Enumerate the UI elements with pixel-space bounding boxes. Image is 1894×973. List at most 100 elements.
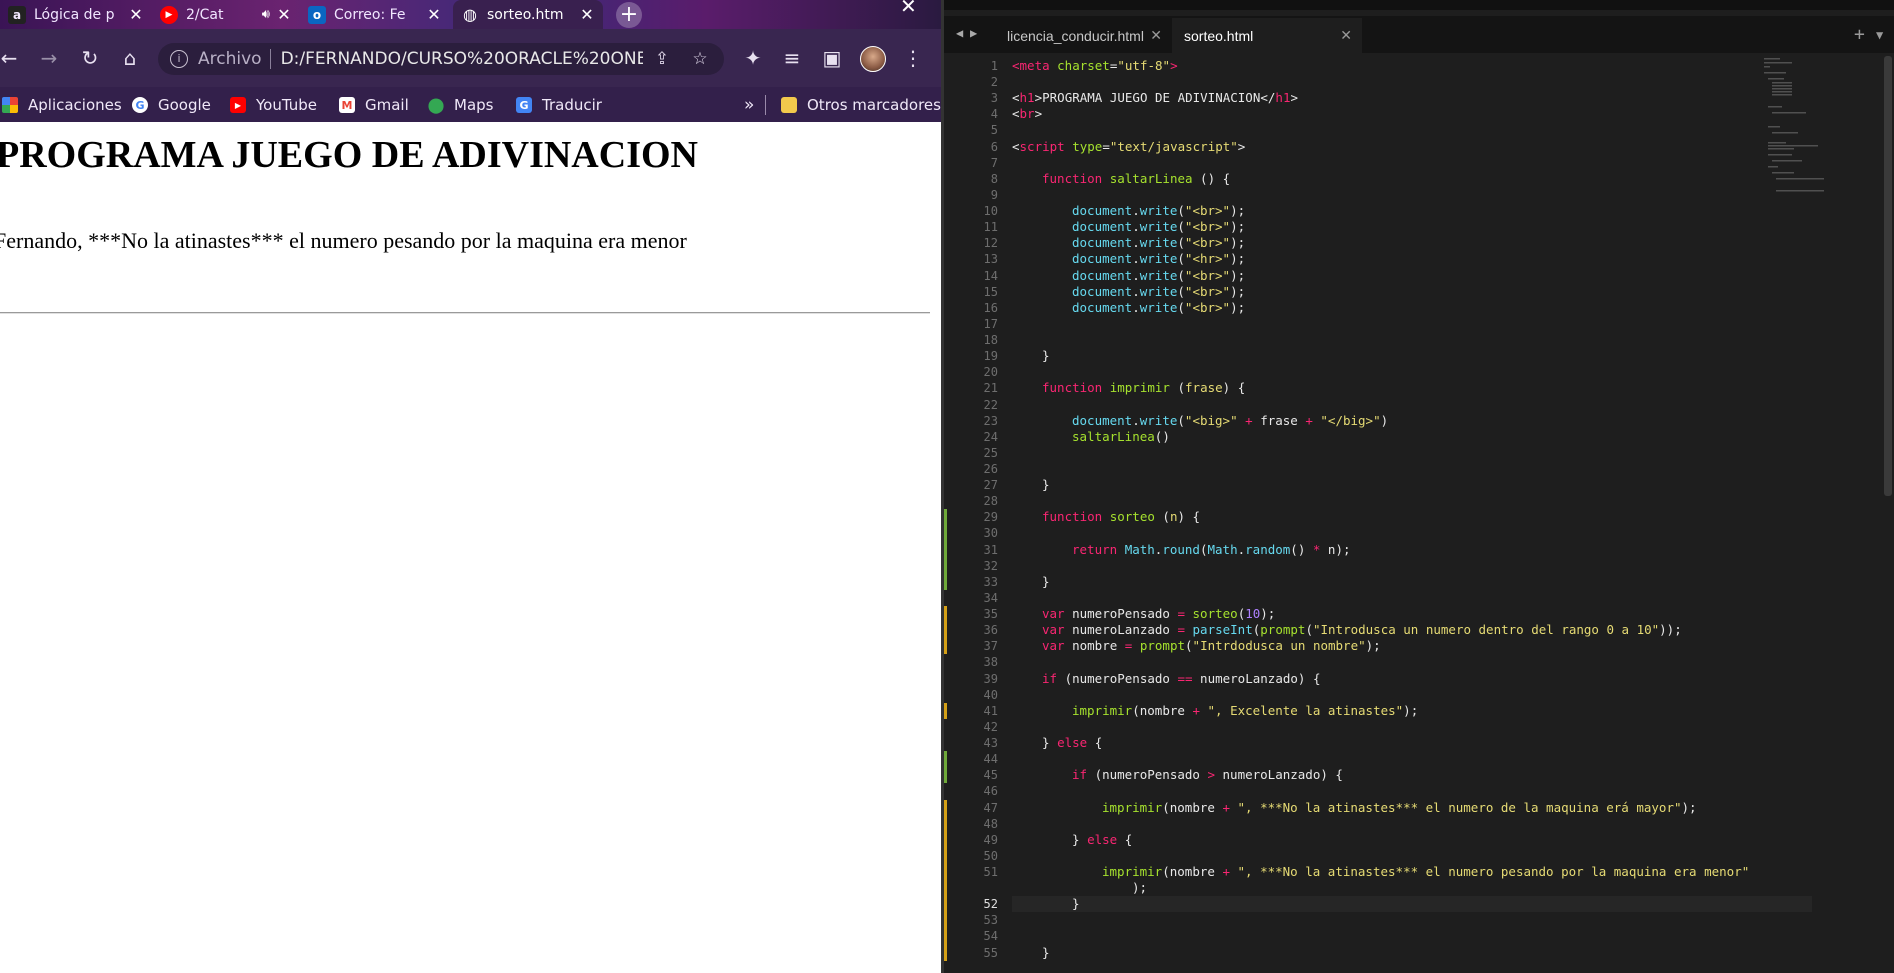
line-number: 26 — [983, 462, 998, 476]
tab-nav-left-icon[interactable]: ◀ — [956, 26, 963, 40]
code-token: n); — [1320, 541, 1351, 557]
other-bookmarks-folder[interactable]: Otros marcadores — [781, 95, 941, 115]
code-line[interactable]: <h1>PROGRAMA JUEGO DE ADIVINACION</h1> — [1012, 90, 1298, 106]
code-token: script — [1019, 138, 1065, 154]
code-line[interactable]: function sorteo (n) { — [1042, 509, 1200, 525]
bookmark-google[interactable]: G Google — [132, 95, 211, 115]
code-token: ", Excelente la atinastes" — [1207, 702, 1404, 718]
code-token: "Intrdodusca un nombre" — [1192, 638, 1366, 654]
code-line[interactable]: document.write("<br>"); — [1072, 268, 1245, 284]
close-icon[interactable]: ✕ — [128, 5, 144, 24]
bookmark-maps[interactable]: ⬤ Maps — [427, 95, 494, 115]
close-icon[interactable]: ✕ — [1150, 27, 1162, 44]
forward-arrow-icon[interactable]: → — [36, 45, 62, 71]
kebab-menu-icon[interactable]: ⋮ — [900, 45, 926, 71]
audio-playing-icon[interactable]: 🔊︎ — [262, 7, 270, 22]
code-line[interactable]: var numeroPensado = sorteo(10); — [1042, 606, 1275, 622]
bookmark-star-icon[interactable]: ☆ — [688, 47, 712, 71]
tab-nav-right-icon[interactable]: ▶ — [970, 26, 977, 40]
code-area[interactable]: <meta charset="utf-8"> <h1>PROGRAMA JUEGO… — [1012, 56, 1812, 973]
code-line[interactable]: document.write("<br>"); — [1072, 284, 1245, 300]
code-line[interactable]: document.write("<br>"); — [1072, 219, 1245, 235]
code-line[interactable]: document.write("<br>"); — [1072, 235, 1245, 251]
code-line[interactable]: document.write("<hr>"); — [1072, 251, 1245, 267]
chevron-down-icon[interactable]: ▼ — [1876, 28, 1883, 42]
avatar[interactable] — [860, 46, 886, 72]
extensions-puzzle-icon[interactable]: ✦ — [740, 45, 766, 71]
code-line[interactable]: function imprimir (frase) { — [1042, 380, 1245, 396]
code-line[interactable]: document.write("<big>" + frase + "</big>… — [1072, 413, 1388, 429]
tab-youtube[interactable]: ▶ 2/Cat 🔊︎ ✕ — [152, 0, 300, 29]
tab-sorteo[interactable]: ◍ sorteo.htm ✕ — [453, 0, 603, 29]
bookmark-traducir[interactable]: G Traducir — [516, 95, 602, 115]
code-line[interactable]: document.write("<br>"); — [1072, 203, 1245, 219]
code-line[interactable]: if (numeroPensado > numeroLanzado) { — [1072, 767, 1343, 783]
editor-tab-sorteo[interactable]: sorteo.html ✕ — [1172, 18, 1362, 53]
code-line[interactable]: } — [1042, 348, 1050, 364]
git-change-marker — [944, 509, 947, 590]
code-token: } — [1072, 831, 1088, 847]
home-icon[interactable]: ⌂ — [117, 45, 143, 71]
vertical-scrollbar[interactable] — [1884, 56, 1892, 496]
tab-logica[interactable]: a Lógica de p ✕ — [0, 0, 152, 29]
code-line[interactable]: imprimir(nombre + ", Excelente la atinas… — [1072, 703, 1418, 719]
code-line[interactable]: } else { — [1072, 832, 1132, 848]
address-bar[interactable]: i Archivo D:/FERNANDO/CURSO%20ORACLE%20O… — [158, 43, 724, 75]
reload-icon[interactable]: ↻ — [77, 45, 103, 71]
line-number: 17 — [983, 316, 998, 331]
bookmark-aplicaciones[interactable]: Aplicaciones — [2, 95, 122, 115]
code-line[interactable]: } else { — [1042, 735, 1102, 751]
git-change-marker — [944, 799, 947, 961]
media-control-icon[interactable]: ≡ — [779, 45, 805, 71]
code-line[interactable]: imprimir(nombre + ", ***No la atinastes*… — [1102, 864, 1749, 880]
code-line[interactable]: var numeroLanzado = parseInt(prompt("Int… — [1042, 622, 1682, 638]
new-file-plus-icon[interactable]: + — [1854, 24, 1865, 45]
info-icon[interactable]: i — [170, 50, 188, 68]
code-token: return — [1072, 541, 1125, 557]
code-line[interactable]: return Math.round(Math.random() * n); — [1072, 542, 1351, 558]
side-panel-icon[interactable]: ▣ — [819, 45, 845, 71]
close-icon[interactable]: ✕ — [426, 5, 442, 24]
code-line[interactable]: function saltarLinea () { — [1042, 171, 1230, 187]
editor-tab-licencia[interactable]: licencia_conducir.html ✕ — [995, 18, 1172, 53]
new-tab-button[interactable]: + — [616, 2, 642, 28]
code-line[interactable]: } — [1042, 945, 1050, 961]
window-close-icon[interactable]: ✕ — [900, 0, 917, 18]
maps-icon: ⬤ — [427, 96, 445, 114]
close-icon[interactable]: ✕ — [579, 5, 595, 24]
code-line[interactable]: } — [1072, 896, 1080, 912]
line-number: 55 — [983, 945, 998, 960]
code-line[interactable]: imprimir(nombre + ", ***No la atinastes*… — [1102, 800, 1697, 816]
url-text[interactable]: D:/FERNANDO/CURSO%20ORACLE%20ONE... — [281, 49, 643, 69]
share-icon[interactable]: ⇪ — [650, 47, 674, 71]
minimap[interactable] — [1764, 56, 1824, 256]
code-line[interactable]: <meta charset="utf-8"> — [1012, 58, 1178, 74]
code-token: () — [1154, 428, 1170, 444]
code-token: ( — [1177, 203, 1185, 219]
close-icon[interactable]: ✕ — [1340, 27, 1352, 44]
code-line[interactable]: } — [1042, 574, 1050, 590]
line-number: 4 — [990, 107, 998, 122]
bookmarks-overflow-button[interactable]: » — [744, 95, 754, 115]
code-line[interactable]: } — [1042, 477, 1050, 493]
code-line[interactable]: <script type="text/javascript"> — [1012, 139, 1245, 155]
apps-grid-icon — [2, 97, 18, 113]
bookmark-youtube[interactable]: ▶ YouTube — [230, 95, 317, 115]
code-line[interactable]: var nombre = prompt("Intrdodusca un nomb… — [1042, 638, 1381, 654]
tab-correo[interactable]: o Correo: Fe ✕ — [300, 0, 450, 29]
code-token: parseInt — [1192, 622, 1253, 638]
bookmark-label: Maps — [454, 96, 494, 114]
bookmark-gmail[interactable]: M Gmail — [339, 95, 409, 115]
code-line[interactable]: <br> — [1012, 106, 1042, 122]
code-line[interactable]: ); — [1132, 880, 1147, 896]
code-line[interactable]: document.write("<br>"); — [1072, 300, 1245, 316]
code-line[interactable]: saltarLinea() — [1072, 429, 1170, 445]
code-token: ); — [1230, 235, 1246, 251]
code-line[interactable]: if (numeroPensado == numeroLanzado) { — [1042, 671, 1320, 687]
code-token: ( — [1177, 299, 1185, 315]
line-number: 25 — [983, 445, 998, 460]
close-icon[interactable]: ✕ — [276, 5, 292, 24]
back-arrow-icon[interactable]: ← — [0, 45, 22, 71]
